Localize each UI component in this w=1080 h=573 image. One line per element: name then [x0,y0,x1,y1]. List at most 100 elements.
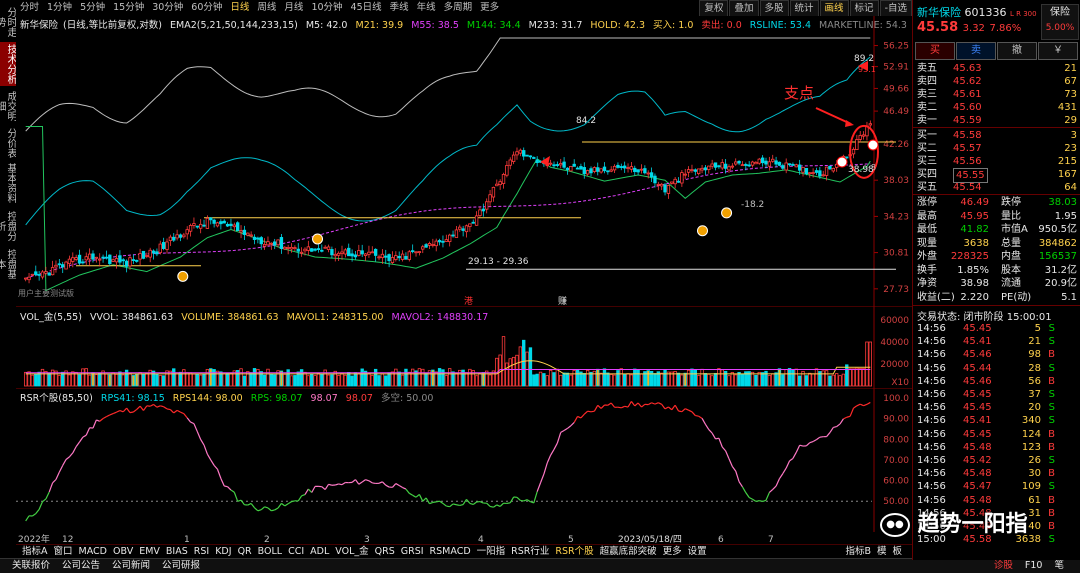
stat-label: 换手 [917,264,937,277]
indicator-tab-6[interactable]: RSI [194,546,209,557]
indicator-tab-13[interactable]: QRS [375,546,395,557]
indicator-tab-1[interactable]: 窗口 [54,546,73,557]
marker-gang: 港 [464,295,473,306]
indicator-tab-18[interactable]: RSR个股 [555,546,593,557]
stat-row: 收益(二)2.220PE(动)5.1 [913,291,1080,304]
indicator-tab-2[interactable]: MACD [79,546,107,557]
order-button-1[interactable]: 卖 [956,42,996,60]
status-link-2[interactable]: 公司新闻 [112,560,150,571]
rsr-chart[interactable]: 100.090.0080.0070.0060.0050.00 [16,388,912,532]
period-9[interactable]: 10分钟 [307,0,346,16]
kline-chart[interactable]: 56.2552.9149.6646.4942.2638.0334.2330.81… [16,16,912,306]
candle-body [428,243,431,245]
tool-button-2[interactable]: 多股 [760,0,789,17]
tick-price: 45.48 [963,441,992,454]
status-link-3[interactable]: 公司研报 [162,560,200,571]
indicator-tab-7[interactable]: KDJ [215,546,231,557]
vtab-6[interactable]: 控盘基本 [0,246,16,282]
pivot-label: 支点 [784,84,814,102]
period-6[interactable]: 日线 [226,0,253,16]
vtab-0[interactable]: 分时走势 [0,2,16,42]
indicator-tab-4[interactable]: EMV [139,546,160,557]
indicator-tab-19[interactable]: 超赢底部突破 [600,546,657,557]
period-1[interactable]: 1分钟 [43,0,76,16]
status-right-2[interactable]: 笔 [1054,560,1064,571]
period-14[interactable]: 更多 [476,0,503,16]
status-right-1[interactable]: F10 [1025,560,1043,571]
candle-body [139,254,142,259]
vtab-5[interactable]: 控盘分析 [0,206,16,246]
vtab-4[interactable]: 基本资料 [0,160,16,206]
period-0[interactable]: 分时 [16,0,43,16]
tick-volume: 40 [1028,520,1041,533]
period-11[interactable]: 季线 [386,0,413,16]
indicator-tab-15[interactable]: RSMACD [430,546,471,557]
period-5[interactable]: 60分钟 [187,0,226,16]
volume-bar [822,371,825,386]
indicator-tab-11[interactable]: ADL [310,546,329,557]
tick-row: 14:5645.455S [913,322,1080,335]
candle-body [509,160,512,165]
indicator-tab-8[interactable]: QR [238,546,252,557]
candle-body [183,235,186,237]
candle-body [553,165,556,166]
tool-button-3[interactable]: 统计 [790,0,819,17]
period-10[interactable]: 45日线 [347,0,386,16]
indicator-tab-5[interactable]: BIAS [166,546,188,557]
period-12[interactable]: 年线 [413,0,440,16]
tool-button-0[interactable]: 复权 [699,0,728,17]
period-3[interactable]: 15分钟 [109,0,148,16]
volume-bar [697,375,700,386]
indicator-tab-20[interactable]: 更多 [663,546,682,557]
period-2[interactable]: 5分钟 [76,0,109,16]
period-8[interactable]: 月线 [280,0,307,16]
indbar-right-1[interactable]: 模 [877,546,887,557]
volume-axis-label: 60000 [880,316,909,326]
status-link-0[interactable]: 关联报价 [12,560,50,571]
tool-button-4[interactable]: 画线 [820,0,849,17]
candle-body [186,230,189,234]
volume-bar [85,369,88,386]
candle-body [526,155,529,156]
candle-body [738,161,741,163]
candle-body [129,258,132,266]
tick-volume: 26 [1028,454,1041,467]
volume-bar [489,375,492,386]
volume-bar [253,368,256,386]
period-4[interactable]: 30分钟 [148,0,187,16]
status-link-1[interactable]: 公司公告 [62,560,100,571]
vtab-3[interactable]: 分价表 [0,126,16,160]
volume-bar [741,374,744,386]
candle-body [856,140,859,150]
stat-row: 换手1.85%股本31.2亿 [913,264,1080,277]
vtab-2[interactable]: 成交明细 [0,86,16,126]
sector-badge[interactable]: 保险 5.00% [1041,4,1079,40]
indicator-tab-0[interactable]: 指标A [22,546,48,557]
order-button-2[interactable]: 撤 [997,42,1037,60]
candle-body [216,223,219,226]
indicator-tab-21[interactable]: 设置 [688,546,707,557]
status-right-0[interactable]: 诊股 [994,560,1013,571]
indicator-tab-9[interactable]: BOLL [258,546,282,557]
order-button-3[interactable]: ￥ [1038,42,1078,60]
indbar-right-2[interactable]: 板 [892,546,902,557]
tool-button-1[interactable]: 叠加 [729,0,758,17]
volume-bar [563,373,566,386]
rsr-rps: RPS: 98.07 [251,393,303,404]
vtab-1[interactable]: 技术分析 [0,42,16,86]
candle-body [314,249,317,250]
indicator-tab-10[interactable]: CCI [288,546,304,557]
indicator-tab-3[interactable]: OBV [113,546,133,557]
tool-button-5[interactable]: 标记 [850,0,879,17]
indicator-tab-17[interactable]: RSR行业 [511,546,549,557]
period-13[interactable]: 多周期 [440,0,477,16]
indicator-tab-16[interactable]: 一阳指 [477,546,506,557]
indbar-right-0[interactable]: 指标B [845,546,871,557]
rsr-line-segment [695,416,698,417]
tool-button-6[interactable]: -自选 [880,0,912,17]
indicator-tab-14[interactable]: GRSI [401,546,424,557]
indicator-tab-12[interactable]: VOL_金 [335,546,368,557]
volume-bar [711,376,714,386]
period-7[interactable]: 周线 [253,0,280,16]
order-button-0[interactable]: 买 [915,42,955,60]
